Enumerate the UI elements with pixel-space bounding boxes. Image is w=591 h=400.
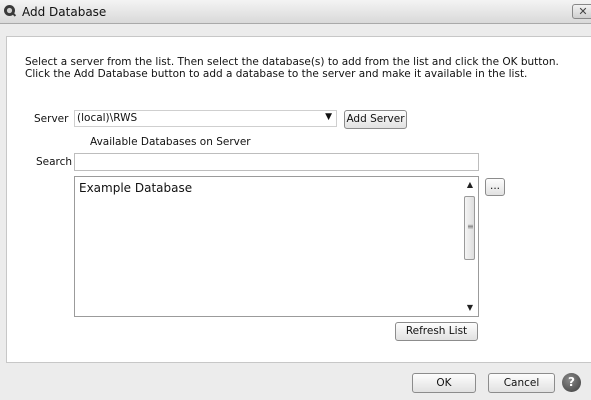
browse-button[interactable]: ...	[485, 178, 505, 196]
database-list[interactable]: Example Database ▲ ≡ ▼	[74, 176, 479, 317]
vertical-scrollbar[interactable]: ▲ ≡ ▼	[463, 178, 477, 315]
server-dropdown[interactable]: (local)\RWS ▼	[74, 110, 337, 127]
instructions-text: Select a server from the list. Then sele…	[25, 56, 559, 80]
magnifier-logo-icon	[4, 5, 17, 17]
close-button[interactable]: ✕	[572, 4, 591, 19]
available-databases-label: Available Databases on Server	[90, 136, 251, 148]
cancel-button[interactable]: Cancel	[488, 373, 555, 393]
server-label: Server	[34, 113, 69, 125]
search-label: Search	[36, 156, 73, 168]
close-icon: ✕	[578, 5, 588, 18]
scroll-grip-icon: ≡	[467, 222, 474, 231]
list-item[interactable]: Example Database	[79, 181, 192, 195]
help-glyph: ?	[568, 375, 575, 389]
ok-button[interactable]: OK	[412, 373, 476, 393]
scroll-thumb[interactable]: ≡	[464, 196, 475, 260]
add-server-button[interactable]: Add Server	[344, 110, 407, 129]
window-title: Add Database	[22, 5, 107, 19]
scroll-down-icon[interactable]: ▼	[463, 301, 477, 315]
server-value: (local)\RWS	[77, 112, 138, 124]
chevron-down-icon: ▼	[325, 112, 332, 122]
scroll-up-icon[interactable]: ▲	[463, 178, 477, 192]
refresh-list-button[interactable]: Refresh List	[395, 322, 478, 341]
search-input[interactable]	[74, 153, 479, 171]
title-bar: Add Database ✕	[0, 0, 591, 24]
help-icon[interactable]: ?	[562, 373, 581, 392]
